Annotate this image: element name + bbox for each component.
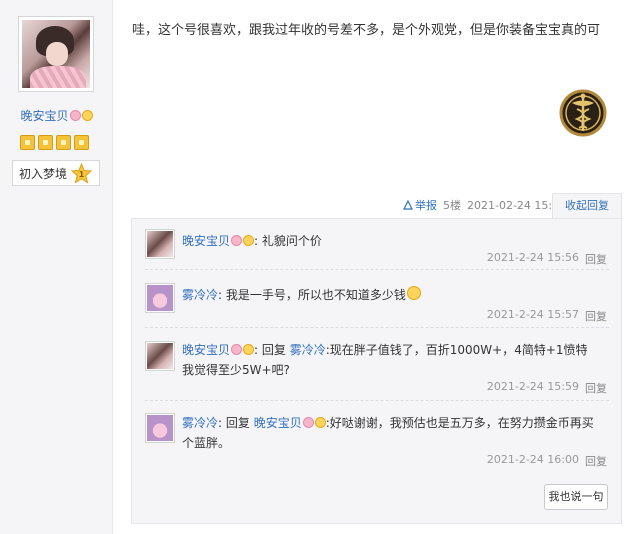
reply-text: 晚安宝贝: 礼貌问个价 [182,234,322,248]
emoji-icon [243,235,255,246]
reply-meta: 2021-2-24 16:00 回复 [487,453,607,469]
rank-label: 初入梦境 [19,166,68,181]
emoji-icon [231,344,243,355]
post-content: 哇，这个号很喜欢，跟我过年收的号差不多，是个外观党，但是你装备宝宝真的可 [132,23,601,38]
emoji-icon [314,417,326,428]
avatar[interactable] [145,229,175,259]
reply-text: 雾冷冷: 我是一手号，所以也不知道多少钱 [182,285,602,305]
emoji-icon [243,344,255,355]
avatar[interactable] [145,283,175,313]
emoji-icon [231,235,243,246]
reply-button[interactable]: 回复 [585,308,607,324]
author-avatar[interactable] [18,16,94,92]
reply-button[interactable]: 回复 [585,380,607,396]
reply-user[interactable]: 晚安宝贝 [182,234,230,248]
reply-text: 雾冷冷: 回复 晚安宝贝:好哒谢谢，我预估也是五万多，在努力攒金币再买个蓝胖。 [182,416,594,450]
collapse-replies-button[interactable]: 收起回复 [552,193,622,220]
floor-number: 5楼 [443,199,461,212]
medal-icon[interactable] [74,135,89,150]
author-name[interactable]: 晚安宝贝 [0,107,113,124]
reply-user[interactable]: 晚安宝贝 [182,343,230,357]
star-badge-icon: 1 [71,163,92,184]
reply-user[interactable]: 雾冷冷 [182,416,218,430]
medal-icon[interactable] [38,135,53,150]
emoji-icon [406,286,421,300]
medal-icon[interactable] [20,135,35,150]
reply-button[interactable]: 回复 [585,251,607,267]
reply-meta: 2021-2-24 15:57 回复 [487,308,607,324]
reply-button[interactable]: 回复 [585,453,607,469]
list-item: 晚安宝贝: 回复 雾冷冷:现在胖子值钱了，百折1000W+，4简特+1愤特 我觉… [145,328,609,401]
emoji-icon [69,110,81,121]
reply-meta: 2021-2-24 15:56 回复 [487,251,607,267]
reply-time: 2021-2-24 15:59 [486,380,579,393]
reply-target[interactable]: 晚安宝贝 [254,416,302,430]
svg-text:1: 1 [79,170,84,179]
emoji-icon [81,110,93,121]
reply-time: 2021-2-24 15:57 [486,308,579,321]
reply-meta: 2021-2-24 15:59 回复 [487,380,607,396]
write-reply-button[interactable]: 我也说一句 [544,484,608,510]
list-item: 晚安宝贝: 礼貌问个价 2021-2-24 15:56 回复 [145,219,609,270]
medal-icon[interactable] [56,135,71,150]
report-icon [403,200,413,210]
emoji-icon [302,417,314,428]
list-item: 雾冷冷: 回复 晚安宝贝:好哒谢谢，我预估也是五万多，在努力攒金币再买个蓝胖。 … [145,401,609,473]
avatar-image [22,20,90,88]
report-link[interactable]: 举报 [403,197,437,213]
post-meta: 举报 5楼 2021-02-24 15:56 [403,194,566,216]
avatar[interactable] [145,341,175,371]
medal-row [20,135,89,150]
author-sidebar: 晚安宝贝 初入梦境 1 [0,0,113,534]
reply-text: 晚安宝贝: 回复 雾冷冷:现在胖子值钱了，百折1000W+，4简特+1愤特 我觉… [182,343,588,377]
list-item: 雾冷冷: 我是一手号，所以也不知道多少钱 2021-2-24 15:57 回复 [145,270,609,328]
reply-user[interactable]: 雾冷冷 [182,288,218,302]
rank-box[interactable]: 初入梦境 1 [12,160,100,186]
reply-target[interactable]: 雾冷冷 [290,343,326,357]
reply-time: 2021-2-24 16:00 [486,453,579,466]
caduceus-badge-icon [559,89,607,137]
reply-panel: 晚安宝贝: 礼貌问个价 2021-2-24 15:56 回复 雾冷冷: 我是一手… [131,218,622,524]
avatar[interactable] [145,413,175,443]
reply-time: 2021-2-24 15:56 [486,251,579,264]
